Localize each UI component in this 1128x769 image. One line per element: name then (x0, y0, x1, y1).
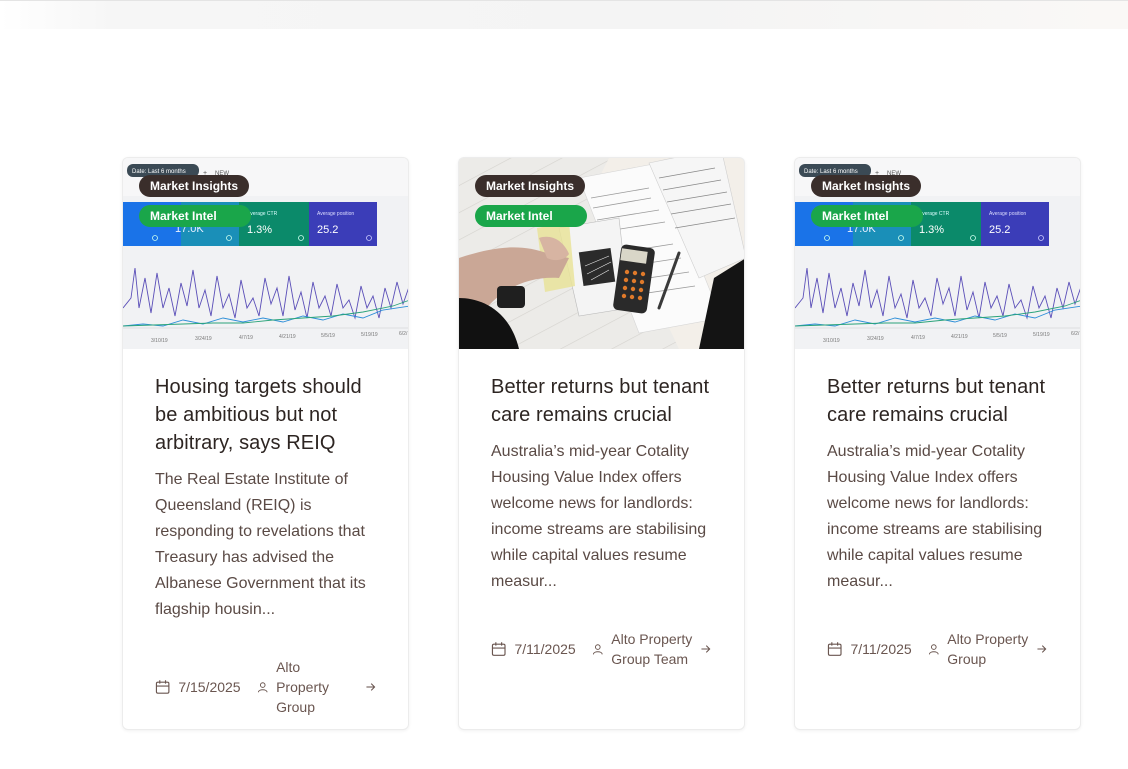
tag-badge[interactable]: Market Intel (139, 205, 251, 227)
svg-text:Average CTR: Average CTR (919, 211, 950, 217)
article-meta: 7/15/2025 Alto Property Group (155, 657, 376, 717)
svg-text:Average position: Average position (317, 211, 354, 217)
user-icon (257, 682, 268, 693)
article-author: Alto Property Group Team (611, 631, 693, 667)
arrow-right-icon[interactable] (365, 681, 376, 693)
category-badge[interactable]: Market Insights (475, 175, 586, 197)
svg-text:1.3%: 1.3% (247, 224, 272, 236)
calendar-icon (491, 642, 506, 656)
svg-text:5/5/19: 5/5/19 (321, 333, 335, 339)
arrow-right-icon[interactable] (700, 643, 712, 655)
article-thumbnail[interactable]: Date: Last 6 months + NEW 17.0K Average … (123, 158, 408, 349)
category-badge[interactable]: Market Insights (811, 175, 922, 197)
article-card[interactable]: Market Insights Market Intel Better retu… (458, 157, 745, 730)
article-title[interactable]: Better returns but tenant care remains c… (827, 373, 1048, 429)
category-badge[interactable]: Market Insights (139, 175, 250, 197)
svg-text:25.2: 25.2 (317, 224, 338, 236)
article-date: 7/11/2025 (850, 641, 912, 657)
article-excerpt: Australia’s mid-year Cotality Housing Va… (491, 443, 707, 590)
calendar-icon (155, 680, 170, 694)
user-icon (592, 644, 603, 655)
user-icon (928, 644, 939, 655)
article-date: 7/11/2025 (514, 641, 576, 657)
svg-text:Average position: Average position (989, 211, 1026, 217)
svg-text:3/10/19: 3/10/19 (823, 338, 840, 344)
article-date: 7/15/2025 (178, 679, 241, 695)
svg-text:3/10/19: 3/10/19 (151, 338, 168, 344)
svg-text:25.2: 25.2 (989, 224, 1010, 236)
svg-text:5/5/19: 5/5/19 (993, 333, 1007, 339)
svg-text:4/7/19: 4/7/19 (239, 335, 253, 341)
arrow-right-icon[interactable] (1036, 643, 1048, 655)
svg-text:6/2/: 6/2/ (1071, 331, 1080, 337)
svg-text:4/21/19: 4/21/19 (279, 334, 296, 340)
svg-text:5/19/19: 5/19/19 (1033, 332, 1050, 338)
svg-text:3/24/19: 3/24/19 (867, 336, 884, 342)
svg-text:Average CTR: Average CTR (247, 211, 278, 217)
article-excerpt: The Real Estate Institute of Queensland … (155, 471, 366, 618)
article-author: Alto Property Group (276, 659, 330, 715)
tag-badge[interactable]: Market Intel (811, 205, 923, 227)
article-author: Alto Property Group (947, 631, 1029, 667)
svg-text:5/19/19: 5/19/19 (361, 332, 378, 338)
svg-text:3/24/19: 3/24/19 (195, 336, 212, 342)
svg-text:6/2/: 6/2/ (399, 331, 408, 337)
article-title[interactable]: Housing targets should be ambitious but … (155, 373, 376, 457)
svg-text:1.3%: 1.3% (919, 224, 944, 236)
article-excerpt: Australia’s mid-year Cotality Housing Va… (827, 443, 1043, 590)
article-card[interactable]: Date: Last 6 months + NEW 17.0K Average … (794, 157, 1081, 730)
tag-badge[interactable]: Market Intel (475, 205, 587, 227)
page-header-strip (0, 0, 1128, 29)
calendar-icon (827, 642, 842, 656)
article-card[interactable]: Date: Last 6 months + NEW 17.0K Average … (122, 157, 409, 730)
article-meta: 7/11/2025 Alto Property Group Team (491, 629, 712, 669)
article-meta: 7/11/2025 Alto Property Group (827, 629, 1048, 669)
article-title[interactable]: Better returns but tenant care remains c… (491, 373, 712, 429)
article-thumbnail[interactable]: Market Insights Market Intel (459, 158, 744, 349)
article-thumbnail[interactable]: Date: Last 6 months + NEW 17.0K Average … (795, 158, 1080, 349)
svg-text:4/7/19: 4/7/19 (911, 335, 925, 341)
svg-text:4/21/19: 4/21/19 (951, 334, 968, 340)
